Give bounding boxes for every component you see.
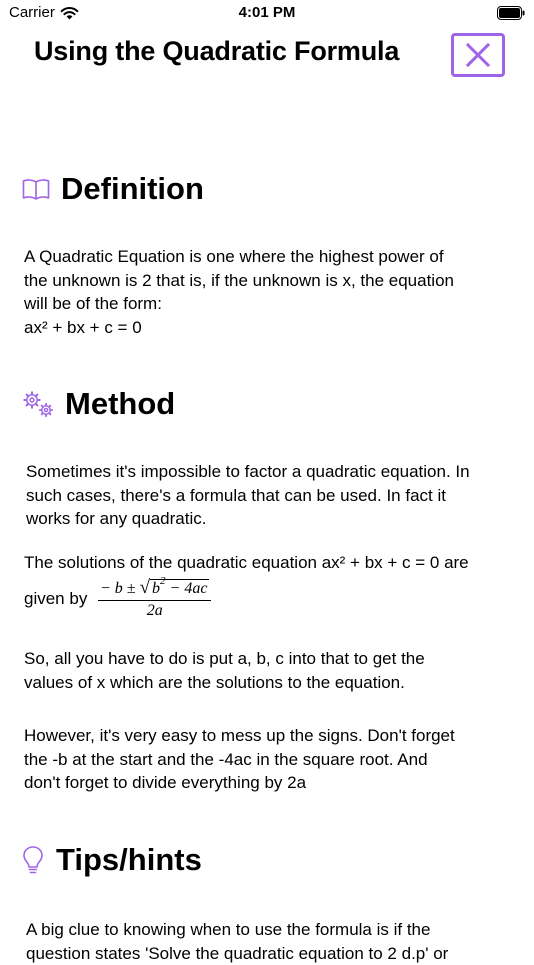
book-icon bbox=[22, 179, 50, 200]
tips-body: A big clue to knowing when to use the fo… bbox=[26, 918, 531, 965]
battery-icon bbox=[497, 6, 525, 20]
method-para-3: However, it's very easy to mess up the s… bbox=[24, 724, 524, 795]
definition-title: Definition bbox=[61, 171, 204, 206]
tips-line: question states 'Solve the quadratic equ… bbox=[26, 943, 449, 963]
formula-num-prefix: − b ± bbox=[100, 580, 140, 597]
method-intro: Sometimes it's impossible to factor a qu… bbox=[26, 460, 531, 531]
method-title: Method bbox=[65, 386, 176, 421]
method-para-3-line: However, it's very easy to mess up the s… bbox=[24, 726, 455, 745]
formula-radicand: b bbox=[152, 580, 161, 597]
page-title: Using the Quadratic Formula bbox=[34, 36, 400, 66]
formula-sentence: The solutions of the quadratic equation … bbox=[24, 553, 469, 572]
definition-body: A Quadratic Equation is one where the hi… bbox=[24, 245, 524, 339]
sqrt-symbol: √ bbox=[139, 577, 151, 598]
definition-equation: ax² + bx + c = 0 bbox=[24, 317, 142, 337]
quadratic-formula: − b ± √ b2 − 4ac 2a bbox=[98, 575, 212, 620]
close-x-icon bbox=[465, 42, 491, 68]
formula-denominator: 2a bbox=[146, 602, 163, 619]
gears-icon bbox=[23, 391, 54, 418]
method-para-2-line: So, all you have to do is put a, b, c in… bbox=[24, 649, 425, 668]
method-intro-line: such cases, there's a formula that can b… bbox=[26, 485, 446, 505]
definition-header: Definition bbox=[22, 171, 204, 207]
method-para-3-line: the -b at the start and the -4ac in the … bbox=[24, 749, 428, 769]
method-para-2: So, all you have to do is put a, b, c in… bbox=[24, 647, 524, 694]
status-time: 4:01 PM bbox=[238, 4, 296, 21]
definition-line: A Quadratic Equation is one where the hi… bbox=[24, 247, 444, 266]
lightbulb-icon bbox=[23, 846, 43, 874]
method-header: Method bbox=[22, 386, 175, 422]
method-para-3-line: don't forget to divide everything by 2a bbox=[24, 773, 307, 792]
status-bar: Carrier 4:01 PM bbox=[0, 0, 534, 28]
method-intro-line: works for any quadratic. bbox=[26, 509, 207, 528]
tips-line: A big clue to knowing when to use the fo… bbox=[26, 920, 431, 939]
method-intro-line: Sometimes it's impossible to factor a qu… bbox=[26, 462, 470, 481]
definition-line: the unknown is 2 that is, if the unknown… bbox=[24, 270, 454, 290]
formula-radicand-rest: − 4ac bbox=[165, 580, 208, 597]
formula-sqrt: √ b2 − 4ac bbox=[139, 575, 210, 599]
formula-numerator: − b ± √ b2 − 4ac bbox=[98, 575, 212, 601]
close-button[interactable] bbox=[451, 33, 505, 77]
tips-title: Tips/hints bbox=[56, 842, 202, 877]
tips-header: Tips/hints bbox=[22, 842, 202, 878]
method-para-2-line: values of x which are the solutions to t… bbox=[24, 672, 405, 692]
formula-radicand-exp: 2 bbox=[160, 575, 166, 587]
definition-line: will be of the form: bbox=[24, 294, 162, 313]
